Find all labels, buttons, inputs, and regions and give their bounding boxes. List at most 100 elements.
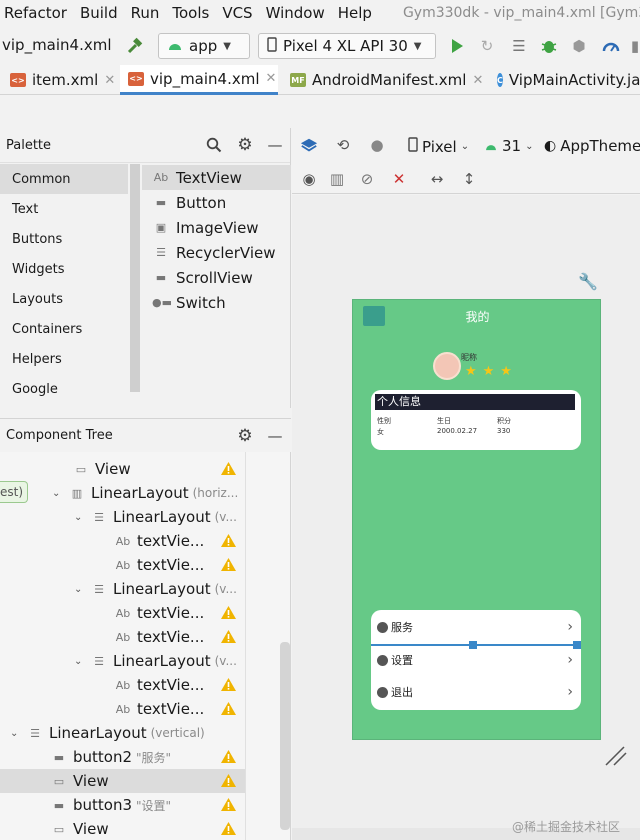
close-icon[interactable]: ✕ [266, 71, 277, 86]
clear-constraints-icon[interactable]: ✕ [390, 170, 408, 188]
horizontal-guide-icon[interactable]: ↔ [428, 170, 446, 188]
palette-category-common[interactable]: Common [0, 164, 128, 194]
hammer-icon[interactable] [126, 37, 144, 55]
night-mode-icon[interactable]: ● [368, 136, 386, 154]
warning-icon[interactable] [220, 605, 237, 620]
palette-category-text[interactable]: Text [0, 194, 128, 224]
attach-debugger-icon[interactable]: ⬢ [570, 37, 588, 55]
tree-node-button3[interactable]: ▬ button3 "设置" [0, 793, 245, 817]
warning-icon[interactable] [220, 461, 237, 476]
palette-item-switch[interactable]: ●▬ Switch [142, 290, 291, 315]
chevron-down-icon[interactable]: ⌄ [10, 728, 22, 739]
palette-item-scrollview[interactable]: ▬ ScrollView [142, 265, 291, 290]
selection-handle[interactable] [469, 641, 477, 649]
wrench-icon[interactable]: 🔧 [578, 272, 598, 291]
gear-icon[interactable]: ⚙ [236, 135, 254, 155]
tree-node-linearlayout-horizontal[interactable]: ⌄ ▥ LinearLayout (horiz... [0, 481, 245, 505]
tree-node-textview[interactable]: Ab textVie... [0, 553, 245, 577]
minimize-icon[interactable]: — [266, 136, 284, 154]
warning-icon[interactable] [220, 773, 237, 788]
theme-dropdown[interactable]: ◐ AppTheme [544, 137, 640, 155]
tree-node-textview[interactable]: Ab textVie... [0, 673, 245, 697]
option-logout[interactable]: 退出 › [377, 681, 573, 703]
menu-vcs[interactable]: VCS [222, 4, 252, 22]
close-icon[interactable]: ✕ [472, 73, 483, 88]
warning-icon[interactable] [220, 629, 237, 644]
palette-item-label: ScrollView [176, 268, 253, 287]
blueprint-icon[interactable]: ▥ [328, 170, 346, 188]
palette-item-imageview[interactable]: ▣ ImageView [142, 215, 291, 240]
menu-tools[interactable]: Tools [172, 4, 209, 22]
chevron-down-icon[interactable]: ⌄ [74, 584, 86, 595]
palette-category-scrollbar[interactable] [130, 164, 140, 392]
palette-category-buttons[interactable]: Buttons [0, 224, 128, 254]
palette-category-google[interactable]: Google [0, 374, 128, 404]
menu-refactor[interactable]: Refactor [4, 4, 67, 22]
module-selector[interactable]: app ▼ [158, 33, 250, 59]
vertical-layout-icon: ☰ [30, 726, 40, 740]
tree-node-textview[interactable]: Ab textVie... [0, 529, 245, 553]
minimize-icon[interactable]: — [266, 427, 284, 445]
close-icon[interactable]: ✕ [104, 73, 115, 88]
switch-icon: ●▬ [152, 296, 172, 309]
warning-icon[interactable] [220, 821, 237, 836]
tree-node-view-selected[interactable]: ▭ View [0, 769, 245, 793]
tree-scrollbar[interactable] [280, 642, 290, 830]
menu-help[interactable]: Help [338, 4, 372, 22]
palette-category-containers[interactable]: Containers [0, 314, 128, 344]
palette-item-textview[interactable]: Ab TextView [142, 165, 291, 190]
vertical-guide-icon[interactable]: ↕ [460, 170, 478, 188]
palette-category-layouts[interactable]: Layouts [0, 284, 128, 314]
magnet-off-icon[interactable]: ⊘ [358, 170, 376, 188]
device-selector[interactable]: Pixel 4 XL API 30 ▼ [258, 33, 436, 59]
breadcrumb-file[interactable]: vip_main4.xml [2, 36, 112, 54]
gear-icon[interactable]: ⚙ [236, 426, 254, 446]
tab-vip-main-activity[interactable]: C VipMainActivity.ja [497, 65, 640, 95]
warning-icon[interactable] [220, 533, 237, 548]
palette-item-recyclerview[interactable]: ☰ RecyclerView [142, 240, 291, 265]
tab-vip-main4-xml[interactable]: <> vip_main4.xml ✕ [120, 65, 278, 95]
tree-node-linearlayout-vertical[interactable]: ⌄ ☰ LinearLayout (v... [0, 505, 245, 529]
api-dropdown[interactable]: 31 ⌄ [484, 137, 533, 155]
device-dropdown[interactable]: Pixel ⌄ [408, 137, 469, 156]
debug-icon[interactable] [540, 37, 558, 55]
warning-icon[interactable] [220, 749, 237, 764]
palette-category-helpers[interactable]: Helpers [0, 344, 128, 374]
palette-item-button[interactable]: ▬ Button [142, 190, 291, 215]
warning-icon[interactable] [220, 701, 237, 716]
tab-android-manifest[interactable]: MF AndroidManifest.xml ✕ [290, 65, 490, 95]
apply-code-changes-icon[interactable]: ☰ [510, 37, 528, 55]
resize-handle-icon[interactable] [604, 745, 628, 767]
menu-build[interactable]: Build [80, 4, 118, 22]
tab-item-xml[interactable]: <> item.xml ✕ [10, 65, 120, 95]
chevron-down-icon[interactable]: ⌄ [52, 488, 64, 499]
tree-node-view[interactable]: ▭ View [0, 457, 245, 481]
eye-icon[interactable]: ◉ [300, 170, 318, 188]
run-icon[interactable] [448, 37, 466, 55]
chevron-down-icon[interactable]: ⌄ [74, 656, 86, 667]
option-service[interactable]: 服务 › [377, 616, 573, 638]
warning-icon[interactable] [220, 797, 237, 812]
option-settings[interactable]: 设置 › [377, 649, 573, 671]
tree-node-linearlayout-vertical[interactable]: ⌄ ☰ LinearLayout (v... [0, 577, 245, 601]
palette-category-widgets[interactable]: Widgets [0, 254, 128, 284]
warning-icon[interactable] [220, 677, 237, 692]
tree-node-view[interactable]: ▭ View [0, 817, 245, 840]
layers-icon[interactable] [300, 136, 318, 154]
chevron-down-icon[interactable]: ⌄ [74, 512, 86, 523]
profiler-icon[interactable] [602, 37, 620, 55]
tree-node-textview[interactable]: Ab textVie... [0, 697, 245, 721]
tree-node-textview[interactable]: Ab textVie... [0, 601, 245, 625]
apply-changes-icon[interactable]: ↻ [478, 37, 496, 55]
search-icon[interactable] [205, 136, 223, 154]
orientation-icon[interactable]: ⟲ [334, 136, 352, 154]
menu-run[interactable]: Run [131, 4, 160, 22]
more-toolbar-icon[interactable]: ▮ [626, 37, 640, 55]
menu-window[interactable]: Window [266, 4, 325, 22]
warning-icon[interactable] [220, 557, 237, 572]
tree-node-linearlayout-vertical[interactable]: ⌄ ☰ LinearLayout (vertical) [0, 721, 245, 745]
tree-node-textview[interactable]: Ab textVie... [0, 625, 245, 649]
selection-handle[interactable] [573, 641, 581, 649]
tree-node-linearlayout-vertical[interactable]: ⌄ ☰ LinearLayout (v... [0, 649, 245, 673]
tree-node-button2[interactable]: ▬ button2 "服务" [0, 745, 245, 769]
